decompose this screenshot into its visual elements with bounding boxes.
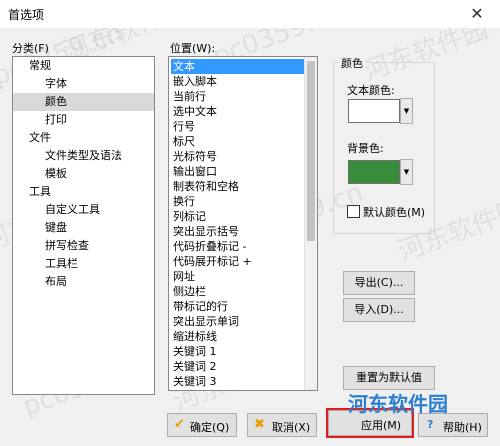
reset-defaults-button[interactable]: 重置为默认值 <box>343 366 435 390</box>
cancel-label: 取消(X) <box>272 421 311 434</box>
tree-item-print[interactable]: 打印 <box>45 111 67 129</box>
tree-item-custom-tools[interactable]: 自定义工具 <box>45 201 100 219</box>
list-item[interactable]: 网址 <box>171 269 304 284</box>
title-bar <box>0 0 500 28</box>
cancel-button[interactable]: ✖ 取消(X) <box>247 413 317 437</box>
list-item[interactable]: 关键词 2 <box>171 359 304 374</box>
position-label: 位置(W): <box>170 42 216 55</box>
list-item[interactable]: 代码折叠标记 - <box>171 239 304 254</box>
help-icon: ? <box>427 418 434 431</box>
ok-button[interactable]: ✔ 确定(Q) <box>167 413 237 437</box>
checkmark-icon: ✔ <box>174 417 185 432</box>
tree-item-toolbar[interactable]: 工具栏 <box>45 255 78 273</box>
tree-item-spell-check[interactable]: 拼写检查 <box>45 237 89 255</box>
list-item[interactable]: 侧边栏 <box>171 284 304 299</box>
tree-item-file-types[interactable]: 文件类型及语法 <box>45 147 122 165</box>
tree-item-label: 颜色 <box>45 95 67 108</box>
brand-logo: 河东软件园 <box>348 392 448 416</box>
export-button[interactable]: 导出(C)... <box>343 271 415 295</box>
tree-item-tools[interactable]: 工具 <box>29 183 51 201</box>
close-icon[interactable]: ✕ <box>462 3 492 25</box>
tree-item-layout[interactable]: 布局 <box>45 273 67 291</box>
text-color-label: 文本颜色: <box>347 84 395 97</box>
list-item[interactable]: 带标记的行 <box>171 299 304 314</box>
list-item[interactable]: 关键词 1 <box>171 344 304 359</box>
color-group-title: 颜色 <box>338 55 366 71</box>
chevron-down-icon[interactable]: ▼ <box>400 159 413 185</box>
default-color-label: 默认颜色(M) <box>363 206 426 219</box>
ok-label: 确定(Q) <box>190 421 230 434</box>
tree-item-templates[interactable]: 模板 <box>45 165 67 183</box>
tree-item-font[interactable]: 字体 <box>45 75 67 93</box>
category-label: 分类(F) <box>12 42 49 55</box>
chevron-down-icon[interactable]: ▼ <box>400 98 413 124</box>
tree-item-general[interactable]: 常规 <box>29 57 51 75</box>
bg-color-label: 背景色: <box>347 142 384 155</box>
cross-icon: ✖ <box>254 417 265 432</box>
list-item[interactable]: 列标记 <box>171 209 304 224</box>
list-item[interactable]: 输出窗口 <box>171 164 304 179</box>
tree-item-file[interactable]: 文件 <box>29 129 51 147</box>
import-button[interactable]: 导入(D)... <box>343 298 415 322</box>
list-item[interactable]: 光标符号 <box>171 149 304 164</box>
default-color-checkbox[interactable] <box>347 205 360 218</box>
position-list[interactable]: 文本 嵌入脚本 当前行 选中文本 行号 标尺 光标符号 输出窗口 制表符和空格 … <box>168 56 318 391</box>
list-item[interactable]: 标尺 <box>171 134 304 149</box>
list-item[interactable]: 突出显示单词 <box>171 314 304 329</box>
text-color-swatch[interactable] <box>348 99 400 123</box>
help-label: 帮助(H) <box>443 421 482 434</box>
list-item[interactable]: 换行 <box>171 194 304 209</box>
list-item[interactable]: 缩进标线 <box>171 329 304 344</box>
tree-item-color[interactable]: 颜色 <box>13 93 154 111</box>
list-item[interactable]: 行号 <box>171 119 304 134</box>
scrollbar-thumb[interactable] <box>307 61 315 241</box>
list-item[interactable]: 文本 <box>171 59 304 74</box>
list-item[interactable]: 选中文本 <box>171 104 304 119</box>
list-item[interactable]: 制表符和空格 <box>171 179 304 194</box>
list-scrollbar[interactable] <box>304 57 317 390</box>
category-tree[interactable]: 常规 字体 颜色 打印 文件 文件类型及语法 模板 工具 自定义工具 键盘 拼写… <box>12 56 155 395</box>
list-item[interactable]: 嵌入脚本 <box>171 74 304 89</box>
list-item[interactable]: 代码展开标记 + <box>171 254 304 269</box>
window-title: 首选项 <box>8 8 45 22</box>
bg-color-swatch[interactable] <box>348 160 400 184</box>
list-item[interactable]: 突出显示括号 <box>171 224 304 239</box>
tree-item-keyboard[interactable]: 键盘 <box>45 219 67 237</box>
list-item[interactable]: 当前行 <box>171 89 304 104</box>
list-item[interactable]: 关键词 3 <box>171 374 304 389</box>
